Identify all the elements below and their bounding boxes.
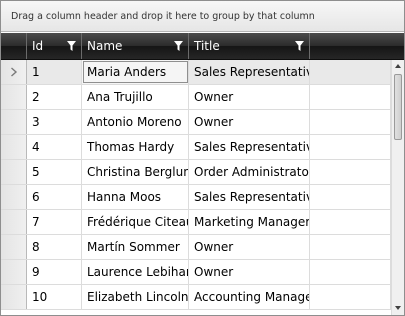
cell-filler (310, 85, 391, 109)
cell-name[interactable]: Ana Trujillo (82, 85, 189, 109)
cell-filler (310, 260, 391, 284)
cell-filler (310, 210, 391, 234)
cell-title[interactable]: Order Administrator (189, 160, 310, 184)
cell-filler (310, 110, 391, 134)
scroll-down-icon[interactable] (392, 302, 404, 314)
cell-id[interactable]: 4 (27, 135, 82, 159)
scroll-up-icon[interactable] (392, 60, 404, 72)
cell-filler (310, 160, 391, 184)
column-header-id[interactable]: Id (27, 33, 82, 59)
cell-filler (310, 60, 391, 84)
table-row[interactable]: 6 Hanna Moos Sales Representative (1, 185, 404, 210)
indicator-header (1, 33, 27, 59)
table-row[interactable]: 10 Elizabeth Lincoln Accounting Manager (1, 285, 404, 310)
filter-icon[interactable] (67, 41, 76, 51)
cell-id[interactable]: 1 (27, 60, 82, 84)
cell-title[interactable]: Accounting Manager (189, 285, 310, 309)
cell-name[interactable]: Frédérique Citeaux (82, 210, 189, 234)
cell-name[interactable]: Maria Anders (82, 60, 189, 84)
table-row[interactable]: 9 Laurence Lebihan Owner (1, 260, 404, 285)
scrollbar-thumb[interactable] (394, 74, 402, 140)
cell-id[interactable]: 3 (27, 110, 82, 134)
column-header-title[interactable]: Title (189, 33, 310, 59)
cell-title[interactable]: Owner (189, 85, 310, 109)
column-header-label: Name (87, 39, 123, 53)
table-row[interactable]: 7Frédérique CiteauxMarketing Manager (1, 210, 404, 235)
vertical-scrollbar[interactable] (391, 60, 404, 315)
row-indicator[interactable] (1, 60, 27, 84)
filter-icon[interactable] (174, 41, 183, 51)
cell-name[interactable]: Thomas Hardy (82, 135, 189, 159)
cell-id[interactable]: 9 (27, 260, 82, 284)
table-row[interactable]: 4 Thomas Hardy Sales Representative (1, 135, 404, 160)
filter-icon[interactable] (295, 41, 304, 51)
column-header-label: Id (32, 39, 44, 53)
cell-id[interactable]: 2 (27, 85, 82, 109)
row-indicator[interactable] (1, 285, 27, 309)
group-by-panel[interactable]: Drag a column header and drop it here to… (1, 1, 404, 32)
column-header-row: Id Name Title (1, 33, 404, 60)
cell-title[interactable]: Owner (189, 235, 310, 259)
cell-title[interactable]: Marketing Manager (189, 210, 310, 234)
cell-name[interactable]: Hanna Moos (82, 185, 189, 209)
table-row[interactable]: 8 Martín Sommer Owner (1, 235, 404, 260)
row-indicator[interactable] (1, 85, 27, 109)
row-indicator[interactable] (1, 160, 27, 184)
cell-id[interactable]: 6 (27, 185, 82, 209)
cell-name[interactable]: Martín Sommer (82, 235, 189, 259)
cell-title[interactable]: Owner (189, 260, 310, 284)
row-indicator[interactable] (1, 135, 27, 159)
group-panel-hint: Drag a column header and drop it here to… (11, 11, 315, 22)
cell-name[interactable]: Antonio Moreno (82, 110, 189, 134)
data-grid: Drag a column header and drop it here to… (0, 0, 405, 316)
row-indicator[interactable] (1, 210, 27, 234)
cell-title[interactable]: Sales Representative (189, 185, 310, 209)
cell-name[interactable]: Christina Berglund (82, 160, 189, 184)
cell-title[interactable]: Sales Representative (189, 135, 310, 159)
cell-id[interactable]: 8 (27, 235, 82, 259)
cell-id[interactable]: 5 (27, 160, 82, 184)
cell-name[interactable]: Laurence Lebihan (82, 260, 189, 284)
cell-id[interactable]: 10 (27, 285, 82, 309)
cell-id[interactable]: 7 (27, 210, 82, 234)
cell-filler (310, 185, 391, 209)
table-row[interactable]: 5 Christina Berglund Order Administrator (1, 160, 404, 185)
cell-title[interactable]: Owner (189, 110, 310, 134)
column-header-name[interactable]: Name (82, 33, 189, 59)
cell-filler (310, 235, 391, 259)
column-header-label: Title (194, 39, 220, 53)
row-indicator[interactable] (1, 235, 27, 259)
row-indicator[interactable] (1, 260, 27, 284)
row-indicator[interactable] (1, 110, 27, 134)
row-indicator[interactable] (1, 185, 27, 209)
table-row[interactable]: 1 Maria Anders Sales Representative (1, 60, 404, 85)
table-row[interactable]: 3 Antonio Moreno Owner (1, 110, 404, 135)
chevron-right-icon (11, 67, 18, 77)
cell-filler (310, 135, 391, 159)
table-row[interactable]: 2 Ana Trujillo Owner (1, 85, 404, 110)
cell-filler (310, 285, 391, 309)
cell-title[interactable]: Sales Representative (189, 60, 310, 84)
cell-name[interactable]: Elizabeth Lincoln (82, 285, 189, 309)
